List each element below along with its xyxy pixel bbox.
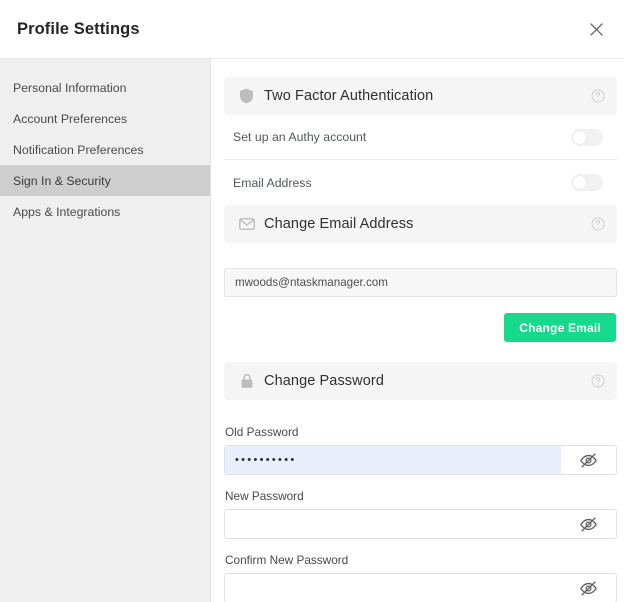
- settings-content: Two Factor Authentication Set up an Auth…: [211, 59, 624, 602]
- eye-off-icon[interactable]: [561, 574, 616, 602]
- shield-icon: [238, 88, 255, 105]
- page-title: Profile Settings: [17, 19, 140, 38]
- old-password-input-wrapper[interactable]: ••••••••••: [224, 445, 617, 475]
- row-setup-authy-account: Set up an Authy account: [224, 115, 617, 160]
- section-change-password: Change Password: [224, 362, 617, 400]
- eye-off-icon[interactable]: [561, 510, 616, 538]
- confirm-new-password-input[interactable]: [225, 574, 561, 602]
- settings-sidebar: Personal Information Account Preferences…: [0, 59, 211, 602]
- eye-off-icon[interactable]: [561, 446, 616, 474]
- new-password-input-wrapper[interactable]: [224, 509, 617, 539]
- sidebar-item-apps-and-integrations[interactable]: Apps & Integrations: [0, 196, 210, 227]
- row-email-address: Email Address: [224, 160, 617, 205]
- section-change-email-address: Change Email Address: [224, 205, 617, 243]
- modal-header: Profile Settings: [0, 0, 624, 59]
- new-password-input[interactable]: [225, 510, 561, 538]
- section-title: Change Password: [264, 373, 384, 389]
- field-old-password: Old Password ••••••••••: [224, 425, 617, 475]
- change-email-button-row: Change Email: [224, 313, 617, 342]
- field-confirm-new-password: Confirm New Password: [224, 553, 617, 602]
- modal-body: Personal Information Account Preferences…: [0, 59, 624, 602]
- sidebar-item-label: Sign In & Security: [13, 173, 111, 188]
- sidebar-item-sign-in-and-security[interactable]: Sign In & Security: [0, 165, 210, 196]
- lock-icon: [238, 373, 255, 390]
- toggle-setup-authy-account[interactable]: [571, 128, 603, 146]
- sidebar-item-label: Notification Preferences: [13, 142, 144, 157]
- toggle-email-address[interactable]: [571, 174, 603, 191]
- envelope-icon: [238, 216, 255, 233]
- toggle-knob: [573, 176, 586, 189]
- section-title: Change Email Address: [264, 216, 414, 232]
- email-field[interactable]: [224, 268, 617, 297]
- sidebar-item-label: Account Preferences: [13, 111, 128, 126]
- old-password-value: ••••••••••: [235, 454, 297, 466]
- toggle-knob: [573, 130, 586, 144]
- field-label: Confirm New Password: [225, 553, 349, 567]
- change-email-button[interactable]: Change Email: [504, 313, 616, 342]
- help-circle-icon[interactable]: [591, 374, 605, 388]
- help-circle-icon[interactable]: [591, 89, 605, 103]
- toggle-label: Set up an Authy account: [233, 130, 367, 144]
- section-two-factor-authentication: Two Factor Authentication: [224, 77, 617, 115]
- field-label: New Password: [225, 489, 304, 503]
- sidebar-item-personal-information[interactable]: Personal Information: [0, 72, 210, 103]
- sidebar-item-label: Personal Information: [13, 80, 127, 95]
- profile-settings-modal: Profile Settings Personal Information Ac…: [0, 0, 624, 602]
- sidebar-item-label: Apps & Integrations: [13, 204, 121, 219]
- section-title: Two Factor Authentication: [264, 88, 434, 104]
- field-label: Old Password: [225, 425, 299, 439]
- toggle-label: Email Address: [233, 175, 312, 190]
- confirm-new-password-input-wrapper[interactable]: [224, 573, 617, 602]
- sidebar-item-account-preferences[interactable]: Account Preferences: [0, 103, 210, 134]
- field-new-password: New Password: [224, 489, 617, 539]
- close-icon[interactable]: [581, 14, 611, 44]
- sidebar-item-notification-preferences[interactable]: Notification Preferences: [0, 134, 210, 165]
- help-circle-icon[interactable]: [591, 217, 605, 231]
